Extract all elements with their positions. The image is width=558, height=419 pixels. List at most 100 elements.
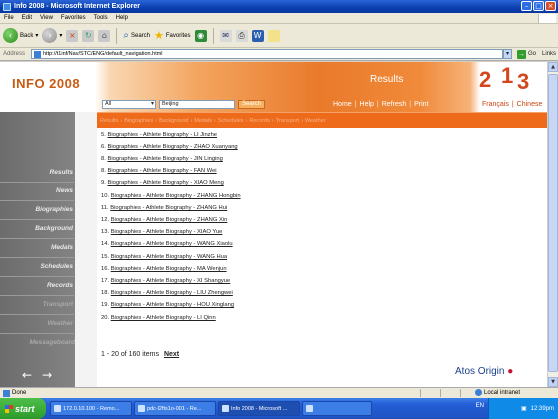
list-item: 6. Biographies - Athlete Biography - ZHA… [101, 144, 238, 150]
nav-strip-item[interactable]: Weather [305, 118, 326, 124]
list-item: 11. Biographies - Athlete Biography - ZH… [101, 205, 227, 211]
chevron-down-icon: ▾ [35, 33, 39, 39]
link-refresh[interactable]: Refresh [382, 101, 407, 108]
menu-help[interactable]: Help [116, 15, 128, 21]
search-submit-button[interactable]: Search [238, 100, 266, 109]
sidebar-item-medals[interactable]: Medals [51, 244, 73, 251]
site-logo[interactable]: INFO 2008 [12, 76, 80, 91]
scroll-up-button[interactable]: ▲ [548, 62, 558, 72]
sidebar-item-results[interactable]: Results [50, 169, 73, 176]
item-number: 12. [101, 217, 110, 223]
task-remote-desktop-1[interactable]: 172.0.10.100 - Remo... [50, 401, 132, 416]
scroll-down-button[interactable]: ▼ [548, 377, 558, 387]
task-info-2008[interactable]: Info 2008 - Microsoft ... [218, 401, 300, 416]
next-page-link[interactable]: Next [164, 351, 179, 358]
item-link[interactable]: Biographies - Athlete Biography - LI Qin… [111, 315, 216, 321]
list-item: 16. Biographies - Athlete Biography - MA… [101, 266, 227, 272]
word-icon[interactable]: W [251, 29, 264, 42]
item-link[interactable]: Biographies - Athlete Biography - ZHANG … [110, 205, 227, 211]
stop-icon[interactable]: × [66, 29, 79, 42]
search-input[interactable]: Beijing [159, 100, 235, 109]
item-link[interactable]: Biographies - Athlete Biography - WANG X… [111, 241, 233, 247]
task-remote-desktop-2[interactable]: pdc-l2fts1o-001 - Re... [134, 401, 216, 416]
item-link[interactable]: Biographies - Athlete Biography - LI Jin… [107, 132, 217, 138]
maximize-button[interactable]: □ [533, 1, 544, 11]
arrow-left-icon[interactable]: ← [22, 368, 32, 382]
minimize-button[interactable]: – [521, 1, 532, 11]
link-print[interactable]: Print [414, 101, 428, 108]
vertical-scrollbar[interactable]: ▲ ▼ [547, 62, 558, 387]
clock[interactable]: 12:39pm [531, 406, 554, 412]
nav-strip-item[interactable]: Medals [194, 118, 212, 124]
lang-chinese[interactable]: Chinese [517, 101, 543, 108]
intranet-icon [475, 389, 482, 396]
item-link[interactable]: Biographies - Athlete Biography - JIN Li… [107, 156, 222, 162]
input-language[interactable]: EN [476, 403, 484, 409]
mail-icon[interactable]: ✉ [219, 29, 232, 42]
sidebar-item-background[interactable]: Background [35, 225, 73, 232]
network-icon[interactable]: ▣ [521, 405, 527, 412]
nav-strip-item[interactable]: Schedules [218, 118, 244, 124]
menu-tools[interactable]: Tools [94, 15, 108, 21]
lang-french[interactable]: Français [482, 101, 509, 108]
nav-strip-item[interactable]: Background [159, 118, 188, 124]
menu-view[interactable]: View [40, 15, 53, 21]
close-button[interactable]: × [545, 1, 556, 11]
search-scope-select[interactable]: All [102, 100, 156, 109]
link-help[interactable]: Help [360, 101, 374, 108]
item-link[interactable]: Biographies - Athlete Biography - HOU Xi… [111, 302, 234, 308]
back-button[interactable]: ‹ Back ▾ [3, 28, 38, 43]
forward-button[interactable]: › ▾ [42, 28, 62, 43]
sidebar-item-records[interactable]: Records [47, 282, 73, 289]
item-link[interactable]: Biographies - Athlete Biography - ZHANG … [111, 193, 241, 199]
item-link[interactable]: Biographies - Athlete Biography - LIU Zh… [111, 290, 233, 296]
item-link[interactable]: Biographies - Athlete Biography - XI Sha… [111, 278, 231, 284]
nav-strip-separator: › [214, 117, 216, 124]
item-link[interactable]: Biographies - Athlete Biography - FAN We… [107, 168, 216, 174]
menu-file[interactable]: File [4, 15, 14, 21]
task-untitled[interactable] [302, 401, 372, 416]
item-link[interactable]: Biographies - Athlete Biography - XIAO M… [107, 180, 223, 186]
item-link[interactable]: Biographies - Athlete Biography - XIAO Y… [111, 229, 223, 235]
sidebar-item-transport[interactable]: Transport [43, 301, 73, 308]
nav-strip-item[interactable]: Biographies [124, 118, 153, 124]
task-label: 172.0.10.100 - Remo... [63, 405, 120, 412]
header-banner: INFO 2008 Results 2 1 3 All Beijing Sear… [0, 62, 547, 120]
nav-strip-item[interactable]: Results [100, 118, 118, 124]
nav-strip-item[interactable]: Records [249, 118, 269, 124]
menu-edit[interactable]: Edit [22, 15, 32, 21]
media-icon[interactable]: ◉ [194, 29, 207, 42]
sidebar-divider [0, 182, 74, 183]
menu-favorites[interactable]: Favorites [61, 15, 86, 21]
search-label: Search [130, 32, 150, 39]
address-dropdown[interactable]: ▾ [503, 49, 512, 59]
page-viewport[interactable]: INFO 2008 Results 2 1 3 All Beijing Sear… [0, 62, 547, 387]
favorites-button[interactable]: ★ Favorites [154, 29, 191, 42]
sidebar-item-schedules[interactable]: Schedules [40, 263, 73, 270]
nav-strip-separator: › [245, 117, 248, 124]
item-link[interactable]: Biographies - Athlete Biography - WANG H… [111, 254, 227, 260]
brand-mark: 2 1 3 [479, 63, 543, 95]
search-button[interactable]: ⌕ Search [123, 30, 150, 41]
home-icon[interactable]: ⌂ [98, 29, 111, 42]
item-link[interactable]: Biographies - Athlete Biography - MA Wen… [111, 266, 227, 272]
refresh-icon[interactable]: ↻ [82, 29, 95, 42]
scroll-thumb[interactable] [548, 74, 558, 372]
print-icon[interactable]: ⎙ [235, 29, 248, 42]
arrow-right-icon[interactable]: → [42, 368, 52, 382]
sidebar-divider [0, 200, 74, 201]
go-button[interactable]: → Go [517, 49, 536, 59]
sidebar-item-messageboard[interactable]: Messageboard [29, 339, 75, 346]
start-button[interactable]: start [0, 398, 46, 419]
item-link[interactable]: Biographies - Athlete Biography - ZHANG … [111, 217, 228, 223]
sidebar-item-biographies[interactable]: Biographies [35, 206, 73, 213]
link-home[interactable]: Home [333, 101, 352, 108]
nav-strip-item[interactable]: Transport [276, 118, 299, 124]
sidebar-item-news[interactable]: News [56, 187, 73, 194]
folder-icon[interactable] [267, 29, 280, 42]
window-title-bar[interactable]: Info 2008 - Microsoft Internet Explorer … [0, 0, 558, 13]
item-link[interactable]: Biographies - Athlete Biography - ZHAO X… [107, 144, 237, 150]
links-label[interactable]: Links [542, 51, 556, 57]
sidebar-item-weather[interactable]: Weather [47, 320, 73, 327]
address-input[interactable]: http://t1inf/Nav/STC/ENG/default_navigat… [31, 49, 503, 59]
